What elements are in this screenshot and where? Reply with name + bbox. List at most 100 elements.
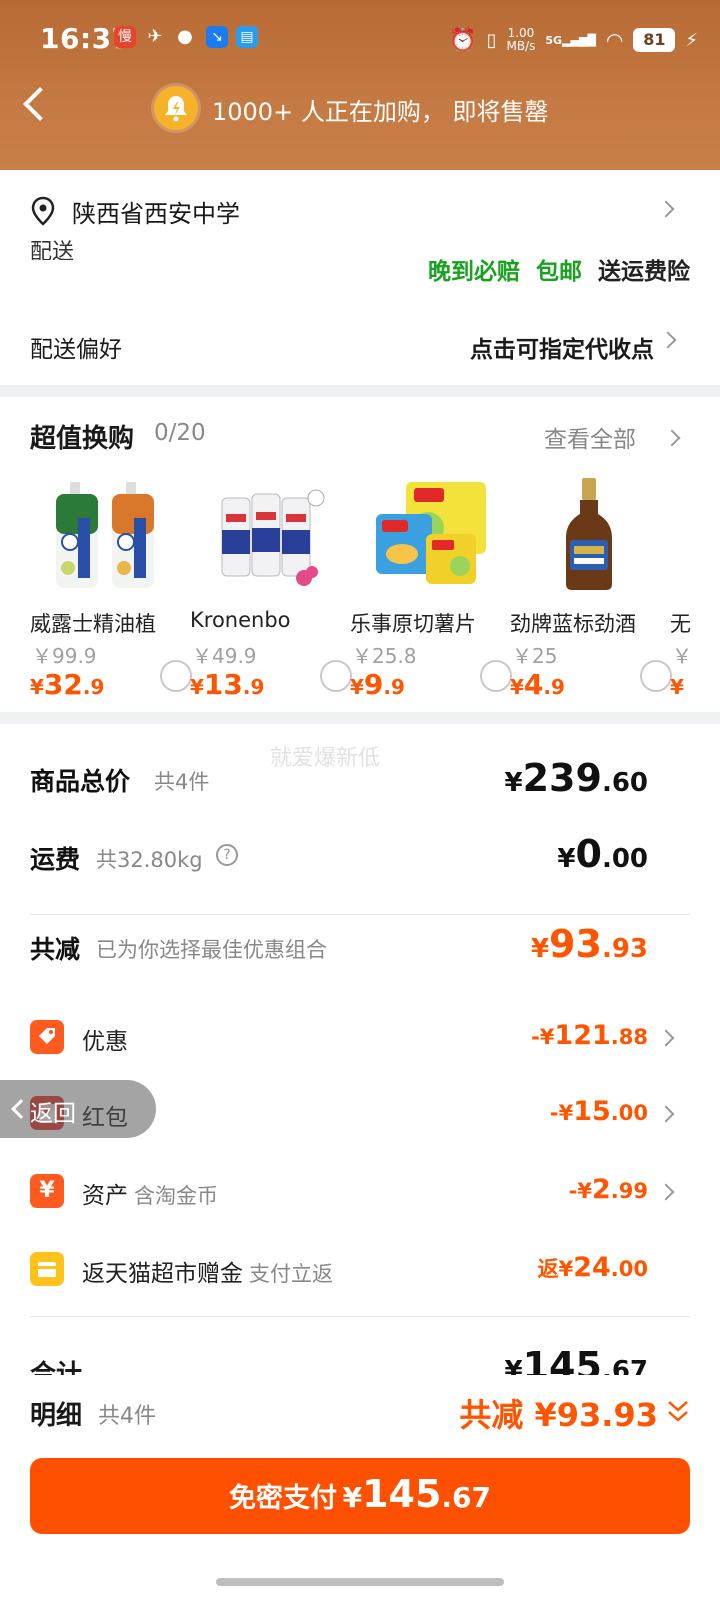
bottle-pair-icon: [48, 478, 168, 590]
wifi-icon: ◠: [605, 28, 624, 52]
view-all-link[interactable]: 查看全部: [544, 420, 636, 454]
pay-button-dec: .67: [441, 1481, 491, 1514]
detail-count: 共4件: [98, 1404, 156, 1429]
shipping-insurance-tag: 送运费险: [598, 259, 690, 285]
product-original-price: ￥: [672, 644, 692, 668]
discount-chevron-icon[interactable]: [657, 1029, 675, 1047]
signal-icon: 5G▂▄▆█: [545, 33, 596, 47]
yuan-icon: ¥: [30, 1174, 64, 1208]
bell-icon: [154, 86, 198, 130]
vibrate-icon: ▯: [486, 29, 497, 51]
divider: [30, 1316, 690, 1317]
delivery-label: 配送: [30, 240, 75, 260]
product-select-radio[interactable]: [160, 660, 192, 692]
view-all-chevron-icon[interactable]: [663, 429, 681, 447]
home-indicator[interactable]: [216, 1578, 504, 1586]
total-reduction-amount: ¥93.93: [530, 922, 648, 966]
address-text[interactable]: 陕西省西安中学: [72, 194, 240, 229]
product-sale-price: ¥9.9: [350, 668, 405, 701]
product-original-price: ￥25: [512, 644, 558, 668]
expand-details-icon[interactable]: [666, 1398, 690, 1426]
product-name: 威露士精油植: [30, 612, 156, 636]
floating-back-button[interactable]: 返回: [0, 1080, 156, 1138]
product-sale-price: ¥4.9: [510, 668, 565, 701]
signal-label: 5G: [545, 33, 563, 47]
cashback-label: 返天猫超市赠金 支付立返: [82, 1261, 333, 1287]
total-reduction-sub: 已为你选择最佳优惠组合: [96, 938, 327, 962]
back-arrow-icon: [11, 1099, 31, 1119]
delivery-tags: 晚到必赔 包邮 送运费险: [428, 252, 690, 286]
assets-amount[interactable]: -¥2.99: [569, 1174, 648, 1205]
product-select-radio[interactable]: [320, 660, 352, 692]
product-select-radio[interactable]: [640, 660, 672, 692]
liquor-bottle-icon: [528, 478, 648, 590]
product-name: 劲牌蓝标劲酒: [510, 612, 636, 636]
red-packet-amount[interactable]: -¥15.00: [550, 1096, 648, 1127]
product-original-price: ￥25.8: [352, 644, 417, 668]
wechat-notify-icon: ●: [177, 26, 193, 47]
swap-product[interactable]: 乐事原切薯片 ￥25.8 ¥9.9: [350, 478, 512, 701]
pay-button-int: 145: [362, 1472, 442, 1516]
discount-label: 优惠: [82, 1029, 128, 1055]
swap-title: 超值换购: [30, 424, 135, 454]
bird-notify-icon: ✈: [147, 26, 163, 47]
delivery-preference-link[interactable]: 点击可指定代收点: [470, 330, 654, 364]
discount-amount[interactable]: -¥121.88: [531, 1020, 648, 1051]
shipping-label: 运费: [30, 845, 81, 874]
header-title: 1000+ 人正在加购， 即将售罄: [212, 98, 549, 126]
status-right: ⏰ ▯ 1.00 MB/s 5G▂▄▆█ ◠ 81 ⚡: [449, 26, 698, 54]
tag-icon: [30, 1020, 64, 1054]
swap-count: 0/20: [154, 420, 206, 446]
goods-count: 共4件: [154, 770, 210, 794]
product-original-price: ￥99.9: [32, 644, 97, 668]
floating-back-label: 返回: [30, 1101, 76, 1127]
product-name: 乐事原切薯片: [350, 612, 476, 636]
product-sale-price: ¥32.9: [30, 668, 105, 701]
divider: [30, 914, 690, 915]
detail-saved-amount[interactable]: 共减 ¥93.93: [459, 1390, 658, 1436]
swap-product[interactable]: Kronenbo ￥49.9 ¥13.9: [190, 478, 352, 701]
beer-cans-icon: [208, 478, 328, 590]
assets-label: 资产 含淘金币: [82, 1183, 218, 1209]
location-pin-icon: [30, 196, 56, 230]
chips-bags-icon: [368, 478, 488, 590]
goods-total-label: 商品总价: [30, 767, 131, 796]
product-original-price: ￥49.9: [192, 644, 257, 668]
late-compensation-tag: 晚到必赔: [428, 259, 520, 285]
cashback-amount: 返¥24.00: [537, 1252, 648, 1283]
section-divider: [0, 712, 720, 724]
assets-chevron-icon[interactable]: [657, 1183, 675, 1201]
product-name: 无: [670, 612, 691, 636]
app2-notify-icon: ↘: [206, 26, 228, 48]
pay-button-currency: ¥: [342, 1481, 363, 1514]
section-divider: [0, 385, 720, 397]
pay-button-label: 免密支付: [229, 1483, 337, 1514]
detail-label[interactable]: 明细: [30, 1395, 82, 1432]
app-notify-icon: 慢: [114, 26, 136, 48]
watermark: 就爱爆新低: [270, 746, 381, 771]
net-speed-unit: MB/s: [506, 39, 536, 53]
delivery-preference-label: 配送偏好: [30, 337, 122, 363]
red-packet-chevron-icon[interactable]: [657, 1105, 675, 1123]
swap-product-partial[interactable]: 无 ￥ ¥: [670, 478, 720, 698]
swap-product[interactable]: 威露士精油植 ￥99.9 ¥32.9: [30, 478, 192, 701]
net-speed: 1.00 MB/s: [506, 27, 535, 53]
product-name: Kronenbo: [190, 608, 291, 632]
help-icon[interactable]: ?: [216, 844, 238, 866]
back-icon[interactable]: [23, 87, 57, 121]
wallet-icon: [30, 1252, 64, 1286]
total-reduction-label: 共减: [30, 935, 81, 964]
product-select-radio[interactable]: [480, 660, 512, 692]
order-header: 16:37 慢 ✈ ● ↘ ▤ ⏰ ▯ 1.00 MB/s 5G▂▄▆█ ◠ 8…: [0, 0, 720, 172]
swap-product[interactable]: 劲牌蓝标劲酒 ￥25 ¥4.9: [510, 478, 672, 701]
pay-button[interactable]: 免密支付 ¥145.67: [30, 1458, 690, 1534]
shipping-amount: ¥0.00: [557, 832, 648, 876]
product-sale-price: ¥13.9: [190, 668, 265, 701]
goods-total-amount: ¥239.60: [504, 756, 648, 800]
product-sale-price: ¥: [670, 675, 684, 698]
battery-icon: 81: [633, 28, 676, 52]
status-bar: 16:37 慢 ✈ ● ↘ ▤ ⏰ ▯ 1.00 MB/s 5G▂▄▆█ ◠ 8…: [0, 18, 720, 60]
free-shipping-tag: 包邮: [536, 259, 582, 285]
shipping-weight: 共32.80kg: [96, 848, 203, 872]
app3-notify-icon: ▤: [236, 26, 258, 48]
